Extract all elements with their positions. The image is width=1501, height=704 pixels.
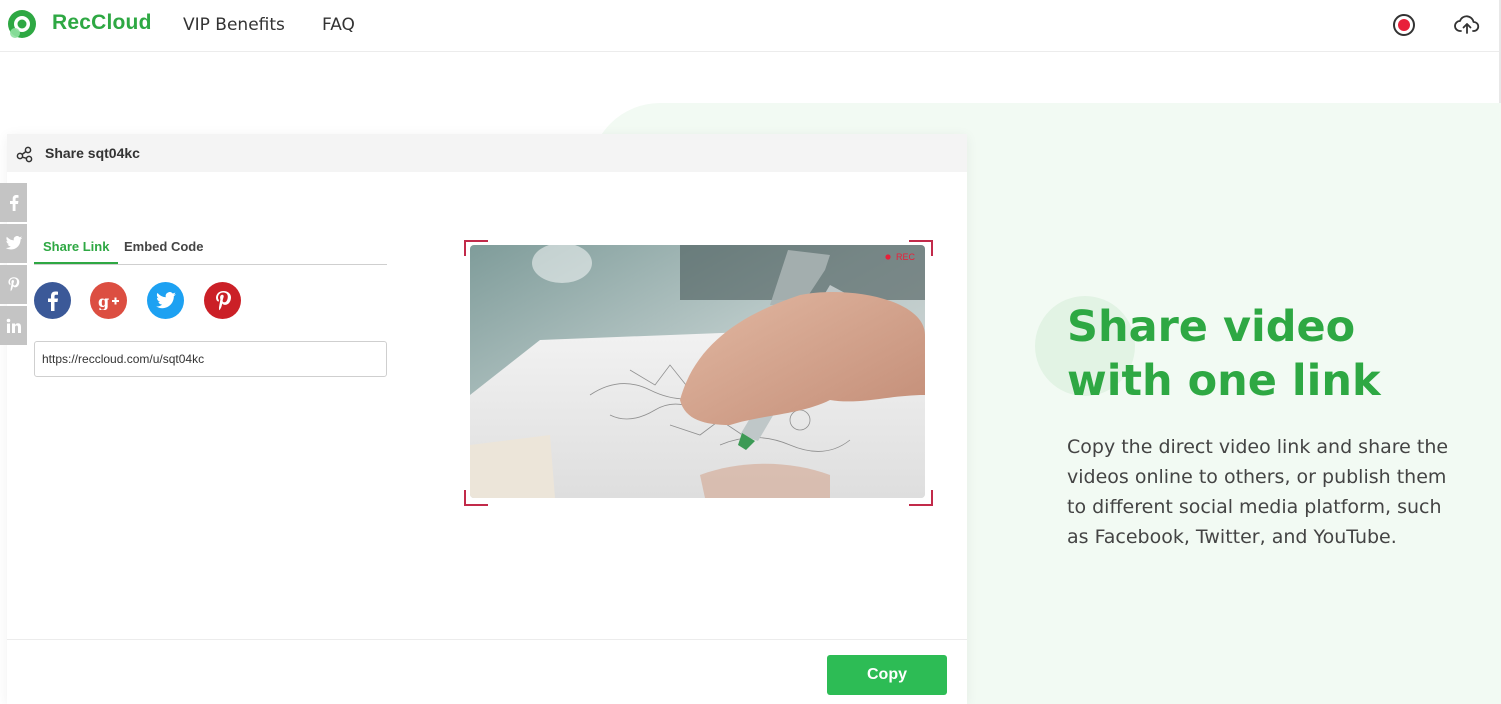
- record-icon[interactable]: [1391, 12, 1417, 38]
- share-panel-title: Share sqt04kc: [45, 145, 140, 161]
- side-share-linkedin[interactable]: [0, 306, 27, 345]
- rec-badge: REC: [896, 252, 916, 262]
- share-link-input[interactable]: [34, 341, 387, 377]
- top-navigation-bar: RecCloud VIP Benefits FAQ: [0, 0, 1501, 52]
- facebook-icon: [47, 291, 58, 311]
- tab-embed-code[interactable]: Embed Code: [115, 238, 212, 264]
- share-google-plus-button[interactable]: g: [90, 282, 127, 319]
- nav-vip-benefits[interactable]: VIP Benefits: [183, 15, 285, 35]
- svg-text:g: g: [98, 292, 109, 310]
- pinterest-icon: [8, 277, 20, 292]
- side-share-facebook[interactable]: [0, 183, 27, 222]
- tab-share-link[interactable]: Share Link: [34, 238, 119, 264]
- twitter-icon: [155, 291, 176, 308]
- share-tabs: Share Link Embed Code: [34, 238, 387, 265]
- panel-footer-divider: [7, 639, 967, 640]
- hero-title: Share video with one link: [1067, 302, 1381, 406]
- brand-name[interactable]: RecCloud: [52, 11, 152, 35]
- side-share-strip: [0, 183, 27, 347]
- share-facebook-button[interactable]: [34, 282, 71, 319]
- hero-description: Copy the direct video link and share the…: [1067, 436, 1449, 548]
- share-nodes-icon: [16, 146, 33, 163]
- facebook-icon: [9, 194, 18, 211]
- copy-button[interactable]: Copy: [827, 655, 947, 695]
- share-twitter-button[interactable]: [147, 282, 184, 319]
- pinterest-icon: [215, 290, 231, 310]
- side-share-twitter[interactable]: [0, 224, 27, 263]
- cloud-upload-icon[interactable]: [1454, 12, 1480, 38]
- nav-faq[interactable]: FAQ: [322, 15, 355, 35]
- share-panel-header: Share sqt04kc: [7, 134, 967, 172]
- reccloud-logo-icon[interactable]: [7, 9, 37, 39]
- share-pinterest-button[interactable]: [204, 282, 241, 319]
- share-panel: Share sqt04kc Share Link Embed Code g ht…: [7, 134, 967, 704]
- linkedin-icon: [6, 318, 21, 333]
- side-share-pinterest[interactable]: [0, 265, 27, 304]
- twitter-icon: [5, 236, 22, 250]
- video-preview-image[interactable]: REC: [470, 245, 925, 498]
- google-plus-icon: g: [98, 292, 119, 310]
